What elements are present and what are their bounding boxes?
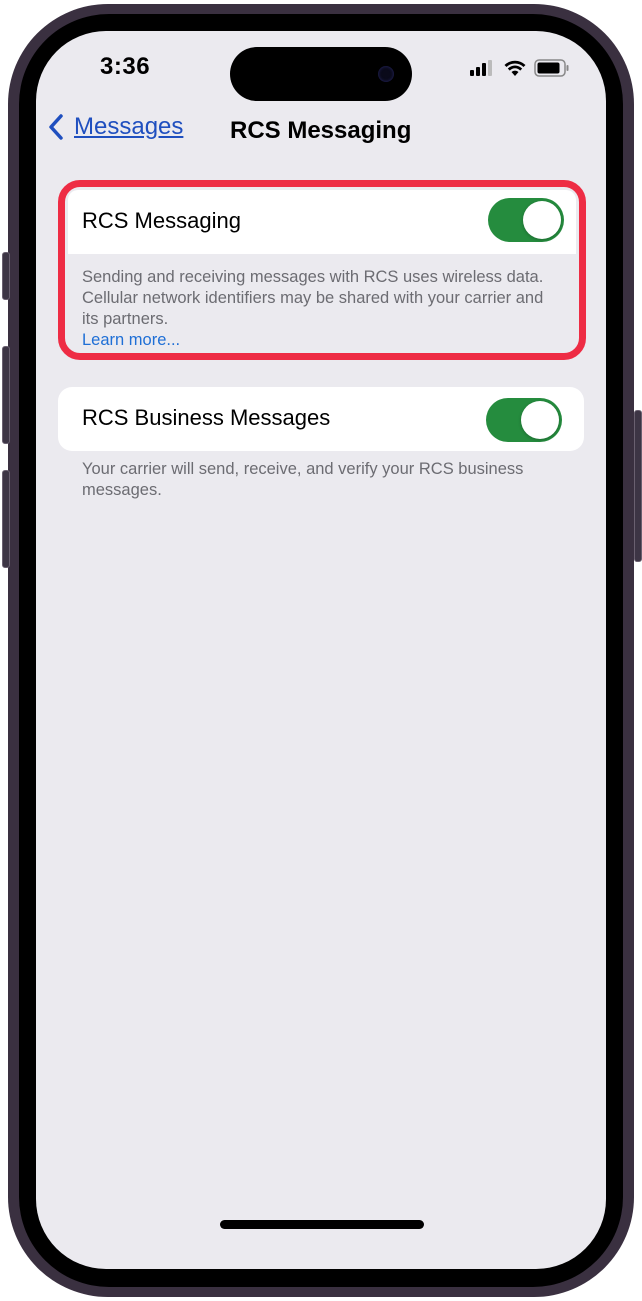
dynamic-island	[230, 47, 412, 101]
camera-icon	[378, 66, 394, 82]
status-time: 3:36	[100, 53, 151, 80]
volume-up-button	[2, 346, 10, 444]
screen: 3:36 Messages RCS Messaging RCS Messagin…	[36, 31, 606, 1269]
battery-icon	[534, 59, 569, 77]
chevron-left-icon	[49, 114, 63, 140]
power-button	[634, 410, 642, 562]
toggle-knob	[521, 401, 559, 439]
back-button-label: Messages	[74, 113, 184, 140]
wifi-icon	[504, 60, 526, 76]
rcs-business-messages-footer: Your carrier will send, receive, and ver…	[82, 460, 524, 499]
volume-down-button	[2, 470, 10, 568]
status-icons	[470, 59, 570, 77]
home-indicator[interactable]	[220, 1220, 424, 1229]
rcs-business-messages-toggle[interactable]	[486, 398, 562, 442]
cellular-signal-icon	[470, 60, 492, 76]
rcs-business-messages-cell: RCS Business Messages	[58, 387, 584, 451]
highlight-annotation	[58, 180, 586, 360]
action-button	[2, 252, 10, 300]
rcs-business-messages-label: RCS Business Messages	[82, 405, 331, 430]
back-button[interactable]: Messages	[48, 113, 183, 141]
page-title: RCS Messaging	[230, 117, 412, 144]
